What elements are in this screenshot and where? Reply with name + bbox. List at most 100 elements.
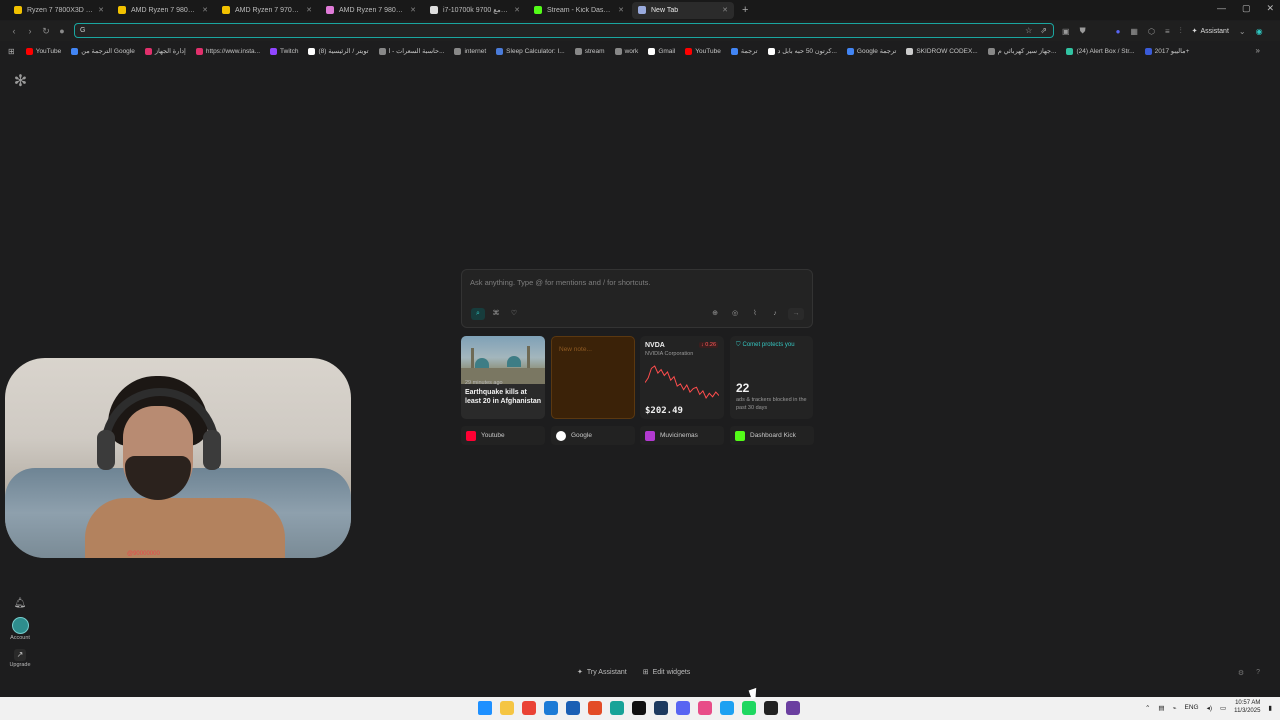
account-button[interactable]: Account [10, 617, 30, 641]
bookmark-item[interactable]: الترجمة من Google [66, 47, 140, 55]
taskbar-app-icon[interactable] [654, 701, 668, 715]
bookmark-item[interactable]: ماليبو 2017+ [1140, 47, 1195, 55]
bookmark-item[interactable]: stream [570, 47, 610, 55]
apps-grid-icon[interactable]: ⊞ [8, 47, 15, 56]
download-icon[interactable]: ⬡ [1148, 27, 1155, 36]
tab-close-icon[interactable]: ✕ [410, 6, 416, 14]
bookmark-item[interactable]: إدارة الجهاز [140, 47, 191, 55]
comet-logo-icon[interactable]: ✻ [11, 72, 30, 91]
bookmark-item[interactable]: Gmail [643, 47, 680, 55]
forward-button[interactable]: › [22, 26, 38, 36]
shortcut-youtube[interactable]: Youtube [461, 426, 545, 445]
bookmark-item[interactable]: Sleep Calculator: I... [491, 47, 570, 55]
tab[interactable]: AMD Ryzen 7 9700X - Ryzen ✕ [216, 2, 318, 19]
taskbar-app-icon[interactable] [786, 701, 800, 715]
settings-icon[interactable]: ⚙ [1238, 669, 1244, 677]
bookmark-item[interactable]: كرتون 50 حبه بابل د... [763, 47, 842, 55]
bookmark-item[interactable]: YouTube [21, 47, 67, 55]
ask-input[interactable]: Ask anything. Type @ for mentions and / … [470, 278, 650, 287]
tab-close-icon[interactable]: ✕ [98, 6, 104, 14]
taskbar-app-icon[interactable] [632, 701, 646, 715]
bookmark-item[interactable]: (24) Alert Box / Str... [1061, 47, 1139, 55]
tab-close-icon[interactable]: ✕ [514, 6, 520, 14]
comet-icon[interactable]: ◉ [1256, 27, 1263, 36]
tab-close-icon[interactable]: ✕ [618, 6, 624, 14]
taskbar-app-icon[interactable] [742, 701, 756, 715]
bookmark-item[interactable]: Twitch [265, 47, 303, 55]
taskbar-app-icon[interactable] [610, 701, 624, 715]
tab[interactable]: New Tab ✕ [632, 1, 734, 19]
close-button[interactable]: ✕ [1266, 3, 1274, 14]
taskbar-app-icon[interactable] [676, 701, 690, 715]
note-widget[interactable]: New note... [551, 336, 635, 419]
share-icon[interactable]: ⇗ [1040, 26, 1047, 35]
usb-icon[interactable]: ⌁ [1173, 704, 1177, 712]
address-bar[interactable]: G ☆ ⇗ [74, 23, 1054, 38]
stock-widget[interactable]: NVDA NVIDIA Corporation ↓ 0.26 $202.49 [640, 336, 724, 419]
chevron-up-icon[interactable]: ⌃ [1145, 704, 1150, 712]
shortcut-google[interactable]: Google [551, 426, 635, 445]
taskbar-app-icon[interactable] [588, 701, 602, 715]
tab-close-icon[interactable]: ✕ [306, 6, 312, 14]
tab-close-icon[interactable]: ✕ [722, 6, 728, 14]
shortcut-kick[interactable]: Dashboard Kick [730, 426, 814, 445]
reload-button[interactable]: ↻ [38, 26, 54, 37]
back-button[interactable]: ‹ [6, 26, 22, 36]
bookmarks-overflow-icon[interactable]: » [1256, 46, 1260, 55]
lightbulb-icon[interactable]: ♡ [507, 308, 521, 320]
tab-close-icon[interactable]: ✕ [202, 6, 208, 14]
attach-icon[interactable]: ⌇ [748, 308, 762, 320]
bookmark-item[interactable]: حاسبة السعرات - ا... [374, 47, 450, 55]
maximize-button[interactable]: ▢ [1242, 3, 1251, 14]
taskbar-app-icon[interactable] [500, 701, 514, 715]
taskbar-app-icon[interactable] [764, 701, 778, 715]
assistant-button[interactable]: ✦ Assistant [1192, 27, 1229, 36]
taskbar-app-icon[interactable] [720, 701, 734, 715]
bookmark-item[interactable]: جهاز سير كهربائي م... [983, 47, 1062, 55]
minimize-button[interactable]: — [1217, 3, 1226, 14]
bookmark-item[interactable]: Google ترجمة [842, 47, 901, 55]
notifications-icon[interactable]: ▮ [1268, 704, 1272, 712]
volume-icon[interactable]: ◂) [1207, 704, 1212, 712]
bookmark-item[interactable]: SKIDROW CODEX... [901, 47, 982, 55]
help-icon[interactable]: ? [1256, 669, 1260, 677]
bell-icon[interactable]: 🔔︎ [14, 598, 27, 609]
mic-icon[interactable]: ● [54, 26, 70, 36]
taskbar-app-icon[interactable] [698, 701, 712, 715]
research-icon[interactable]: ⌘ [489, 308, 503, 320]
taskbar-app-icon[interactable] [522, 701, 536, 715]
bookmark-item[interactable]: YouTube [680, 47, 726, 55]
lang-indicator[interactable]: ENG [1184, 704, 1198, 711]
audio-icon[interactable]: ⫶ [1180, 26, 1182, 36]
bookmark-star-icon[interactable]: ☆ [1025, 26, 1032, 35]
tab[interactable]: i7-10700k مع 9700X قارن ✕ [424, 2, 526, 19]
battery-icon[interactable]: ▭ [1220, 704, 1226, 712]
network-icon[interactable]: ▤ [1158, 704, 1164, 712]
clock[interactable]: 10:57 AM 11/3/2025 [1234, 700, 1260, 715]
shortcut-muvicinemas[interactable]: Muvicinemas [640, 426, 724, 445]
tab[interactable]: AMD Ryzen 7 9800X3D | New ✕ [112, 2, 214, 19]
bookmark-item[interactable]: work [610, 47, 644, 55]
tab[interactable]: Ryzen 7 7800X3D - Google S ✕ [8, 2, 110, 19]
mic-icon[interactable]: ♪ [768, 308, 782, 320]
translate-icon[interactable]: ▣ [1062, 27, 1070, 36]
send-button[interactable]: → [788, 308, 804, 320]
globe-icon[interactable]: ⊕ [708, 308, 722, 320]
try-assistant-button[interactable]: ✦ Try Assistant [577, 668, 627, 677]
edit-widgets-button[interactable]: ⊞ Edit widgets [643, 668, 691, 677]
extension-puzzle-icon[interactable]: ▦ [1130, 27, 1138, 36]
taskbar-app-icon[interactable] [566, 701, 580, 715]
new-tab-button[interactable]: + [742, 4, 748, 16]
news-widget[interactable]: 29 minutes ago Earthquake kills at least… [461, 336, 545, 419]
shield-icon[interactable]: ⛊ [1080, 26, 1086, 36]
ask-box[interactable]: Ask anything. Type @ for mentions and / … [461, 269, 813, 328]
comet-protection-widget[interactable]: ⛉ Comet protects you 22 ads & trackers b… [730, 336, 813, 419]
tab[interactable]: Stream - Kick Dashboard ✕ [528, 2, 630, 19]
extension-dot-icon[interactable]: ● [1116, 27, 1121, 36]
bookmark-item[interactable]: https://www.insta... [191, 47, 265, 55]
apps-icon[interactable]: ◎ [728, 308, 742, 320]
search-icon[interactable]: ⌕ [471, 308, 485, 320]
taskbar-app-icon[interactable] [544, 701, 558, 715]
taskbar-app-icon[interactable] [478, 701, 492, 715]
upgrade-button[interactable]: ↗ Upgrade [9, 649, 31, 668]
